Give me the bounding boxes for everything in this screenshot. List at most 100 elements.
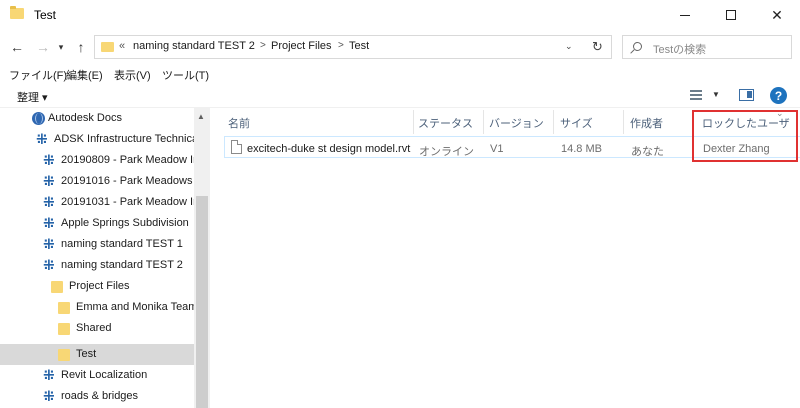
minimize-button[interactable]: [662, 0, 708, 30]
organize-button[interactable]: 整理 ▾: [17, 89, 48, 105]
tree-item-autodesk-docs[interactable]: Autodesk Docs: [0, 108, 194, 129]
column-header-author[interactable]: 作成者: [630, 115, 663, 131]
tree-item-project[interactable]: ⁜ roads & bridges: [0, 386, 194, 407]
maximize-button[interactable]: [708, 0, 754, 30]
arrow-left-icon: ←: [10, 39, 24, 55]
tree-item-project[interactable]: ⁜ 20190809 - Park Meadow Inte: [0, 150, 194, 171]
search-box[interactable]: Testの検索: [622, 35, 792, 59]
arrow-right-icon: →: [36, 39, 50, 55]
up-button[interactable]: ↑: [70, 36, 92, 58]
tree-item-label: Emma and Monika Team: [76, 301, 194, 313]
file-size: 14.8 MB: [561, 143, 602, 155]
hub-icon: ⁜: [43, 152, 55, 168]
folder-icon: [58, 349, 70, 361]
folder-icon: [10, 6, 24, 19]
refresh-icon[interactable]: ↻: [592, 39, 603, 55]
tree-item-hub[interactable]: ⁜ ADSK Infrastructure Technical: [0, 129, 194, 150]
hub-icon: ⁜: [36, 131, 48, 147]
file-icon: [231, 140, 242, 154]
file-list: 名前 ステータス バージョン サイズ 作成者 ロックしたユーザ ⌄ excite…: [210, 108, 800, 408]
address-bar[interactable]: « naming standard TEST 2 > Project Files…: [94, 35, 612, 59]
hub-icon: ⁜: [43, 388, 55, 404]
sidebar-scrollbar[interactable]: ▲: [194, 108, 210, 408]
menu-bar: ファイル(F) 編集(E) 表示(V) ツール(T): [0, 64, 800, 84]
menu-tools[interactable]: ツール(T): [162, 67, 209, 83]
tree-item-label: naming standard TEST 1: [61, 238, 183, 250]
tree-item-label: roads & bridges: [61, 390, 139, 402]
tree-item-label: Revit Localization: [61, 369, 148, 381]
navigation-pane: Autodesk Docs ⁜ ADSK Infrastructure Tech…: [0, 108, 210, 408]
tree-item-project-files[interactable]: Project Files: [0, 276, 194, 297]
tree-item-label: 20191031 - Park Meadow Inte: [61, 196, 194, 208]
breadcrumb-item[interactable]: Project Files: [271, 40, 332, 52]
tree-item-label: Project Files: [69, 280, 130, 292]
tree-item-project[interactable]: ⁜ Revit Localization: [0, 365, 194, 386]
scroll-up-icon[interactable]: ▲: [197, 112, 205, 121]
recent-locations-button[interactable]: ▾: [54, 36, 68, 58]
breadcrumb-item[interactable]: naming standard TEST 2: [133, 40, 255, 52]
tree-item-project[interactable]: ⁜ 20191031 - Park Meadow Inte: [0, 192, 194, 213]
menu-file[interactable]: ファイル(F): [9, 67, 67, 83]
help-icon[interactable]: ?: [770, 87, 787, 104]
close-button[interactable]: ✕: [754, 0, 800, 30]
file-name: excitech-duke st design model.rvt: [247, 143, 411, 155]
folder-icon: [51, 281, 63, 293]
hub-icon: ⁜: [43, 215, 55, 231]
scrollbar-thumb[interactable]: [196, 196, 208, 408]
hub-icon: ⁜: [43, 236, 55, 252]
tree-item-label: Apple Springs Subdivision: [61, 217, 189, 229]
column-divider[interactable]: [413, 110, 414, 134]
address-dropdown-icon[interactable]: ⌄: [565, 41, 573, 52]
tree-item-label: Autodesk Docs: [48, 112, 122, 124]
column-divider[interactable]: [483, 110, 484, 134]
breadcrumb-separator[interactable]: >: [260, 40, 266, 51]
tree-item-label: 20190809 - Park Meadow Inte: [61, 154, 194, 166]
column-header-status[interactable]: ステータス: [418, 115, 473, 131]
menu-edit[interactable]: 編集(E): [66, 67, 103, 83]
breadcrumb-overflow[interactable]: «: [119, 40, 125, 52]
column-divider[interactable]: [553, 110, 554, 134]
tree-item-folder[interactable]: Shared: [0, 318, 194, 339]
column-header-name[interactable]: 名前: [228, 115, 250, 131]
hub-icon: ⁜: [43, 194, 55, 210]
title-bar: Test ✕: [0, 0, 800, 30]
breadcrumb-item[interactable]: Test: [349, 40, 369, 52]
chevron-down-icon: ▾: [58, 41, 64, 52]
tree-item-label: 20191016 - Park Meadows: [61, 175, 193, 187]
back-button[interactable]: ←: [6, 36, 28, 58]
column-header-version[interactable]: バージョン: [489, 115, 544, 131]
window-title: Test: [34, 8, 57, 22]
arrow-up-icon: ↑: [77, 39, 85, 55]
breadcrumb-separator[interactable]: >: [338, 40, 344, 51]
folder-icon: [58, 302, 70, 314]
file-author: あなた: [631, 146, 664, 158]
file-status: オンライン: [419, 146, 474, 158]
menu-view[interactable]: 表示(V): [114, 67, 151, 83]
tree-item-project[interactable]: ⁜ naming standard TEST 2: [0, 255, 194, 276]
tree-item-test-selected[interactable]: Test: [0, 344, 194, 365]
forward-button[interactable]: →: [32, 36, 54, 58]
chevron-down-icon[interactable]: ▼: [712, 90, 720, 99]
maximize-icon: [726, 10, 736, 20]
tree-item-project[interactable]: ⁜ Apple Springs Subdivision: [0, 213, 194, 234]
tree-item-folder[interactable]: Emma and Monika Team: [0, 297, 194, 318]
tree-item-project[interactable]: ⁜ naming standard TEST 1: [0, 234, 194, 255]
tree-item-label: naming standard TEST 2: [61, 259, 183, 271]
file-version: V1: [490, 143, 504, 155]
column-header-size[interactable]: サイズ: [560, 115, 593, 131]
search-icon: [633, 42, 642, 51]
tree-item-label: Test: [76, 348, 97, 360]
globe-icon: [32, 112, 45, 125]
search-placeholder[interactable]: Testの検索: [653, 41, 706, 57]
tree-item-label: ADSK Infrastructure Technical: [54, 133, 194, 145]
column-divider[interactable]: [623, 110, 624, 134]
hub-icon: ⁜: [43, 367, 55, 383]
preview-pane-icon[interactable]: [739, 89, 754, 101]
command-bar: 整理 ▾ ▼ ?: [0, 84, 800, 108]
folder-icon: [101, 42, 114, 52]
view-options-icon[interactable]: [690, 90, 702, 100]
tree-item-project[interactable]: ⁜ 20191016 - Park Meadows: [0, 171, 194, 192]
close-icon: ✕: [771, 6, 783, 23]
hub-icon: ⁜: [43, 173, 55, 189]
tree-item-label: Shared: [76, 322, 112, 334]
